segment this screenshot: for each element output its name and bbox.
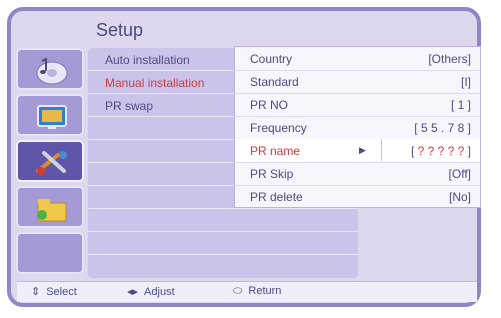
select-hint: ⇕ Select <box>31 286 77 298</box>
setting-label: PR delete <box>250 190 303 204</box>
menu-item-label: Auto installation <box>105 53 190 67</box>
setup-category-tab[interactable] <box>16 140 84 182</box>
left-right-arrows-icon: ◂▸ <box>127 286 139 298</box>
divider <box>381 139 382 161</box>
setting-row-pr-delete[interactable]: PR delete [No] <box>235 185 480 208</box>
music-note-icon <box>36 57 68 85</box>
menu-item-label: PR swap <box>105 99 154 113</box>
setting-value: [ ? ? ? ? ? ] <box>410 144 471 158</box>
up-down-arrows-icon: ⇕ <box>31 286 41 298</box>
help-bar: ⇕ Select ◂▸ Adjust ⬭ Return <box>17 281 477 302</box>
play-arrow-icon: ▶ <box>359 145 366 155</box>
empty-category-tab[interactable] <box>16 232 84 274</box>
setting-value: [I] <box>460 75 471 89</box>
menu-row-empty <box>88 232 358 255</box>
setting-row-standard[interactable]: Standard [I] <box>235 70 480 94</box>
setting-value: [ 1 ] <box>450 98 471 112</box>
setting-label: PR Skip <box>250 167 294 181</box>
setting-label: PR name <box>250 144 301 158</box>
menu-row-empty <box>88 209 358 232</box>
setting-value: [ 5 5 . 7 8 ] <box>414 121 471 135</box>
setting-label: Standard <box>250 75 299 89</box>
tv-screen-icon <box>37 105 67 129</box>
picture-category-tab[interactable] <box>16 94 84 136</box>
setting-row-pr-no[interactable]: PR NO [ 1 ] <box>235 93 480 117</box>
setting-label: Country <box>250 52 293 66</box>
setting-row-pr-name[interactable]: PR name ▶ [ ? ? ? ? ? ] <box>235 139 480 163</box>
setting-value: [No] <box>448 190 471 204</box>
tools-icon <box>36 151 67 175</box>
setting-row-country[interactable]: Country [Others] <box>235 47 480 71</box>
setting-value: [Off] <box>448 167 471 181</box>
setting-row-pr-skip[interactable]: PR Skip [Off] <box>235 162 480 186</box>
setting-value: [Others] <box>428 52 471 66</box>
menu-item-label: Manual installation <box>105 76 205 90</box>
setting-label: Frequency <box>250 121 307 135</box>
manual-installation-panel: Country [Others] Standard [I] PR NO [ 1 … <box>234 46 481 208</box>
menu-button-icon: ⬭ <box>233 285 243 297</box>
files-category-tab[interactable] <box>16 186 84 228</box>
audio-category-tab[interactable] <box>16 48 84 90</box>
return-hint: ⬭ Return <box>233 285 282 297</box>
category-icon-column <box>16 48 84 278</box>
folder-icon <box>37 199 67 222</box>
adjust-hint: ◂▸ Adjust <box>127 286 175 298</box>
setting-label: PR NO <box>250 98 289 112</box>
menu-row-empty <box>88 255 358 277</box>
page-title: Setup <box>96 20 144 40</box>
setting-row-frequency[interactable]: Frequency [ 5 5 . 7 8 ] <box>235 116 480 140</box>
